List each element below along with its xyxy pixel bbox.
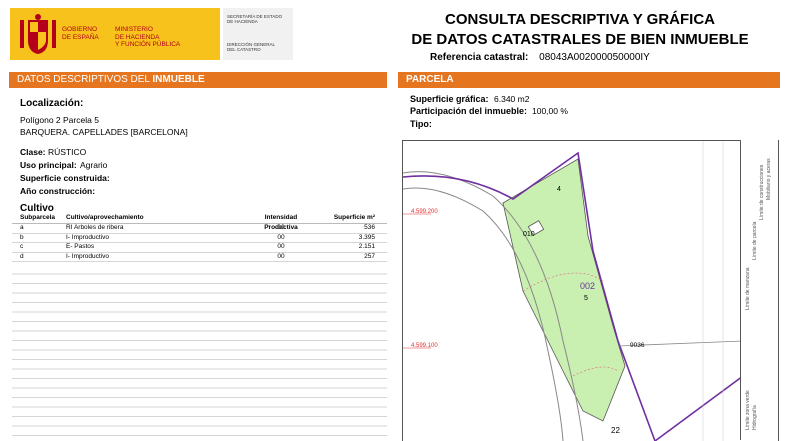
legend-item: Límite de parcela bbox=[752, 221, 758, 260]
logo-banner: GOBIERNO DE ESPAÑA MINISTERIO DE HACIEND… bbox=[10, 8, 220, 60]
header-superficie: Superficie m² bbox=[333, 214, 375, 221]
map-label-4: 4 bbox=[557, 186, 561, 193]
title-line2: DE DATOS CATASTRALES DE BIEN INMUEBLE bbox=[411, 31, 749, 48]
legend-item: Límite de construcciones bbox=[759, 164, 765, 220]
header-subparcela: Subparcela bbox=[20, 214, 56, 221]
cell-cultivo: RI Arboles de ribera bbox=[66, 224, 124, 231]
page-title: CONSULTA DESCRIPTIVA Y GRÁFICA DE DATOS … bbox=[410, 10, 750, 50]
legend-item: Hidrografía bbox=[752, 405, 758, 430]
parcel-shape bbox=[502, 158, 626, 422]
ministry-name: MINISTERIO DE HACIENDA Y FUNCIÓN PÚBLICA bbox=[115, 26, 215, 49]
legend-item: Límite zona verde bbox=[745, 390, 751, 430]
coat-of-arms-icon bbox=[20, 14, 56, 54]
anio-construccion-label: Año construcción: bbox=[20, 186, 96, 196]
ref-label: Referencia catastral: bbox=[430, 52, 529, 63]
band-prefix: DATOS DESCRIPTIVOS DEL bbox=[17, 74, 153, 85]
band-bold: INMUEBLE bbox=[152, 74, 205, 85]
superficie-construida-label: Superficie construida: bbox=[20, 173, 110, 183]
cell-sub: c bbox=[20, 243, 24, 250]
cell-intensidad: 00 bbox=[277, 252, 285, 260]
table-row: b I- Improductivo 00 3.395 bbox=[12, 233, 387, 243]
location-line1: Polígono 2 Parcela 5 bbox=[20, 115, 99, 125]
cell-cultivo: I- Improductivo bbox=[66, 252, 109, 260]
government-name: GOBIERNO DE ESPAÑA bbox=[62, 26, 106, 41]
clase-label: Clase: bbox=[20, 147, 46, 157]
cell-cultivo: E- Pastos bbox=[66, 243, 95, 250]
dir-line2: DEL CATASTRO bbox=[227, 47, 261, 53]
table-header: Subparcela Cultivo/aprovechamiento Inten… bbox=[12, 213, 387, 231]
legend-item: Límite de manzana bbox=[745, 267, 751, 310]
legend-item: Mobiliario y aceras bbox=[766, 158, 772, 200]
cell-superficie: 257 bbox=[364, 252, 375, 260]
cell-intensidad: 00 bbox=[277, 233, 285, 241]
uso-value: Agrario bbox=[80, 160, 108, 170]
map-label-010: 010 bbox=[523, 231, 535, 238]
map-legend: Límite de manzana Límite de parcela Lími… bbox=[740, 140, 778, 440]
directorate-name: DIRECCIÓN GENERAL DEL CATASTRO bbox=[227, 42, 291, 52]
government-logo: GOBIERNO DE ESPAÑA MINISTERIO DE HACIEND… bbox=[10, 8, 293, 60]
cell-intensidad: 00 bbox=[277, 224, 285, 231]
gov-line1: GOBIERNO bbox=[62, 26, 98, 33]
cadastral-map[interactable]: 4.599.200 4.599.100 4 010 002 5 9036 22 bbox=[402, 140, 779, 441]
cultivo-table: Subparcela Cultivo/aprovechamiento Inten… bbox=[12, 213, 387, 262]
map-label-002: 002 bbox=[580, 281, 596, 291]
uso-label: Uso principal: bbox=[20, 160, 77, 170]
participacion-label: Participación del inmueble: bbox=[410, 106, 528, 116]
cell-intensidad: 00 bbox=[277, 243, 285, 250]
ministry-line1: MINISTERIO bbox=[115, 26, 153, 33]
section-header-descriptive: DATOS DESCRIPTIVOS DEL INMUEBLE bbox=[9, 72, 387, 88]
secretariat-name: SECRETARÍA DE ESTADO DE HACIENDA bbox=[227, 14, 291, 24]
ministry-line2: DE HACIENDA bbox=[115, 33, 160, 41]
header-cultivo: Cultivo/aprovechamiento bbox=[66, 214, 144, 221]
map-label-9036: 9036 bbox=[630, 342, 645, 349]
map-label-5: 5 bbox=[584, 295, 588, 302]
coord-label-top: 4.599.200 bbox=[411, 209, 438, 215]
cell-superficie: 2.151 bbox=[358, 243, 375, 250]
band-parcela-label: PARCELA bbox=[406, 74, 454, 85]
table-row: d I- Improductivo 00 257 bbox=[12, 252, 387, 262]
ministry-line3: Y FUNCIÓN PÚBLICA bbox=[115, 41, 181, 48]
sec-line2: DE HACIENDA bbox=[227, 19, 258, 25]
superficie-grafica-value: 6.340 m2 bbox=[494, 94, 530, 104]
tipo-label: Tipo: bbox=[410, 119, 432, 129]
participacion-value: 100,00 % bbox=[532, 106, 568, 116]
clase-value: RÚSTICO bbox=[48, 147, 87, 157]
ref-value: 08043A002000050000IY bbox=[539, 52, 650, 63]
gov-line2: DE ESPAÑA bbox=[62, 33, 99, 41]
title-line1: CONSULTA DESCRIPTIVA Y GRÁFICA bbox=[444, 11, 715, 28]
empty-table-rows bbox=[12, 265, 387, 440]
cell-superficie: 536 bbox=[364, 224, 375, 231]
cell-sub: d bbox=[20, 252, 24, 260]
table-row: c E- Pastos 00 2.151 bbox=[12, 243, 387, 253]
cell-cultivo: I- Improductivo bbox=[66, 233, 109, 241]
secretariat-box: SECRETARÍA DE ESTADO DE HACIENDA DIRECCI… bbox=[223, 8, 293, 60]
cell-superficie: 3.395 bbox=[358, 233, 375, 241]
cell-sub: b bbox=[20, 233, 24, 241]
localizacion-label: Localización: bbox=[20, 98, 84, 109]
header-intensidad: Intensidad Productiva bbox=[264, 214, 298, 231]
map-drawing bbox=[403, 141, 744, 441]
boundary-east bbox=[654, 375, 744, 441]
table-row: a RI Arboles de ribera 00 536 bbox=[12, 224, 387, 234]
section-header-parcela: PARCELA bbox=[398, 72, 780, 88]
cell-sub: a bbox=[20, 224, 24, 231]
map-label-22: 22 bbox=[611, 426, 620, 435]
superficie-grafica-label: Superficie gráfica: bbox=[410, 94, 489, 104]
location-line2: BARQUERA. CAPELLADES [BARCELONA] bbox=[20, 127, 188, 137]
cadastral-reference: Referencia catastral: 08043A002000050000… bbox=[430, 52, 730, 63]
coord-label-bottom: 4.599.100 bbox=[411, 343, 438, 349]
